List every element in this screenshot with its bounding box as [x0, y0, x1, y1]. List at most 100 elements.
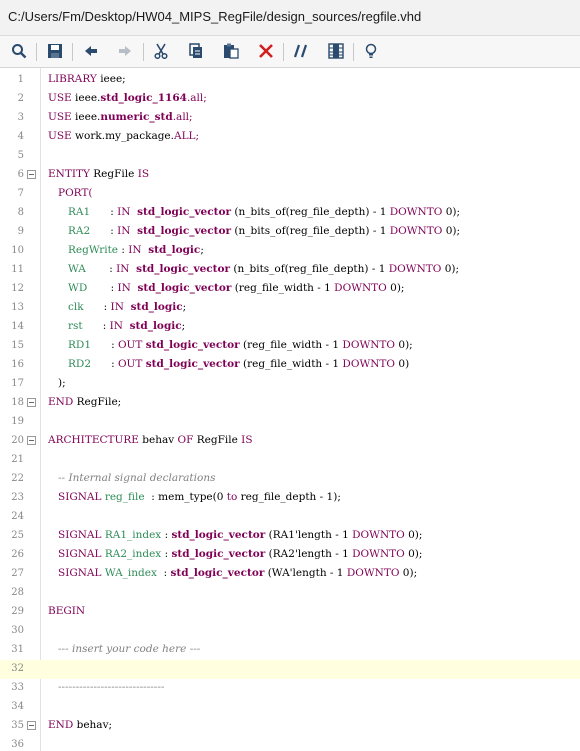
- code-text: ENTITY RegFile IS: [48, 168, 149, 180]
- code-line[interactable]: 30: [0, 622, 580, 641]
- code-token: to: [226, 491, 238, 503]
- code-line[interactable]: 31 --- insert your code here ---: [0, 641, 580, 660]
- fold-toggle-icon[interactable]: [27, 398, 36, 407]
- code-token: ieee.: [75, 111, 101, 123]
- code-line[interactable]: 24: [0, 508, 580, 527]
- code-line[interactable]: 7 PORT(: [0, 185, 580, 204]
- code-token: 0);: [386, 282, 405, 294]
- code-token: PORT(: [48, 187, 93, 199]
- code-line[interactable]: 3 USE ieee.numeric_std.all;: [0, 109, 580, 128]
- code-token: RD2: [48, 358, 112, 370]
- line-number: 12: [11, 283, 24, 294]
- fold-toggle-icon[interactable]: [27, 170, 36, 179]
- code-line[interactable]: 8 RA1 : IN std_logic_vector (n_bits_of(r…: [0, 204, 580, 223]
- line-number: 33: [11, 682, 24, 693]
- toggle-comment-button[interactable]: [290, 40, 312, 62]
- code-line[interactable]: 11 WA : IN std_logic_vector (n_bits_of(r…: [0, 261, 580, 280]
- code-line[interactable]: 15 RD1 : OUT std_logic_vector (reg_file_…: [0, 337, 580, 356]
- code-text: RD1 : OUT std_logic_vector (reg_file_wid…: [48, 339, 413, 351]
- code-token: std_logic_vector: [170, 567, 265, 579]
- code-line[interactable]: 21: [0, 451, 580, 470]
- line-number: 25: [11, 530, 24, 541]
- search-button[interactable]: [8, 40, 30, 62]
- line-number: 3: [17, 112, 24, 123]
- code-line[interactable]: 25 SIGNAL RA1_index : std_logic_vector (…: [0, 527, 580, 546]
- code-token: --- insert your code here ---: [48, 643, 201, 655]
- code-line[interactable]: 12 WD : IN std_logic_vector (reg_file_wi…: [0, 280, 580, 299]
- save-button[interactable]: [44, 40, 66, 62]
- code-line[interactable]: 29 BEGIN: [0, 603, 580, 622]
- column-select-button[interactable]: [325, 40, 347, 62]
- code-line[interactable]: 5: [0, 147, 580, 166]
- code-token: behav: [142, 434, 178, 446]
- fold-toggle-icon[interactable]: [27, 721, 36, 730]
- code-line[interactable]: 35 END behav;: [0, 717, 580, 736]
- code-token: ARCHITECTURE: [48, 434, 143, 446]
- code-text: --- insert your code here ---: [48, 643, 200, 655]
- fold-toggle-icon[interactable]: [27, 436, 36, 445]
- line-number: 6: [17, 169, 24, 180]
- code-line[interactable]: 6 ENTITY RegFile IS: [0, 166, 580, 185]
- code-line[interactable]: 4 USE work.my_package.ALL;: [0, 128, 580, 147]
- code-token: reg_file: [104, 491, 152, 503]
- code-token: std_logic: [148, 244, 201, 256]
- line-number: 21: [11, 454, 24, 465]
- code-line[interactable]: 17 );: [0, 375, 580, 394]
- paste-button[interactable]: [220, 40, 242, 62]
- code-token: DOWNTO: [352, 548, 405, 560]
- code-line[interactable]: 14 rst : IN std_logic;: [0, 318, 580, 337]
- code-token: RA1_index: [104, 529, 165, 541]
- line-number: 13: [11, 302, 24, 313]
- code-token: OUT: [117, 358, 146, 370]
- comment-icon: [293, 44, 308, 58]
- line-number: 20: [11, 435, 24, 446]
- code-token: 0);: [404, 529, 423, 541]
- line-number: 1: [17, 74, 24, 85]
- code-line[interactable]: 10 RegWrite : IN std_logic;: [0, 242, 580, 261]
- code-token: std_logic_1164: [100, 92, 187, 104]
- code-line[interactable]: 23 SIGNAL reg_file : mem_type(0 to reg_f…: [0, 489, 580, 508]
- code-token: DOWNTO: [352, 529, 405, 541]
- redo-icon: [119, 46, 131, 56]
- code-line[interactable]: 16 RD2 : OUT std_logic_vector (reg_file_…: [0, 356, 580, 375]
- code-line[interactable]: 27 SIGNAL WA_index : std_logic_vector (W…: [0, 565, 580, 584]
- code-line[interactable]: 1 LIBRARY ieee;: [0, 71, 580, 90]
- hint-button[interactable]: [360, 40, 382, 62]
- code-token: ;: [200, 244, 204, 256]
- code-line[interactable]: 28: [0, 584, 580, 603]
- code-token: 0);: [442, 206, 461, 218]
- code-line[interactable]: 13 clk : IN std_logic;: [0, 299, 580, 318]
- code-line[interactable]: 20 ARCHITECTURE behav OF RegFile IS: [0, 432, 580, 451]
- code-token: :: [111, 339, 118, 351]
- code-line[interactable]: 2 USE ieee.std_logic_1164.all;: [0, 90, 580, 109]
- code-line[interactable]: 9 RA2 : IN std_logic_vector (n_bits_of(r…: [0, 223, 580, 242]
- code-line[interactable]: 34: [0, 698, 580, 717]
- code-line[interactable]: 18 END RegFile;: [0, 394, 580, 413]
- copy-button[interactable]: [185, 40, 207, 62]
- line-number: 29: [11, 606, 24, 617]
- undo-button[interactable]: [80, 40, 102, 62]
- line-number: 10: [11, 245, 24, 256]
- code-token: IN: [110, 301, 131, 313]
- code-line[interactable]: 26 SIGNAL RA2_index : std_logic_vector (…: [0, 546, 580, 565]
- delete-button[interactable]: [255, 40, 277, 62]
- code-token: SIGNAL: [48, 548, 105, 560]
- code-text: );: [48, 377, 66, 389]
- redo-button[interactable]: [114, 40, 136, 62]
- code-token: WA: [48, 263, 110, 275]
- code-line[interactable]: 36: [0, 736, 580, 751]
- code-token: 0);: [404, 548, 423, 560]
- code-line[interactable]: 32: [0, 660, 580, 679]
- code-editor[interactable]: 1 LIBRARY ieee; 2 USE ieee.std_logic_1164.a…: [0, 68, 580, 751]
- code-text: BEGIN: [48, 605, 85, 617]
- code-line[interactable]: 33 ------------------------------: [0, 679, 580, 698]
- code-line[interactable]: 19: [0, 413, 580, 432]
- code-token: IN: [117, 206, 138, 218]
- code-token: SIGNAL: [48, 529, 105, 541]
- code-token: SIGNAL: [48, 491, 105, 503]
- code-token: ALL;: [173, 130, 200, 142]
- code-line[interactable]: 22 -- Internal signal declarations: [0, 470, 580, 489]
- line-number: 2: [17, 93, 24, 104]
- cut-button[interactable]: [150, 40, 172, 62]
- copy-icon: [189, 43, 202, 58]
